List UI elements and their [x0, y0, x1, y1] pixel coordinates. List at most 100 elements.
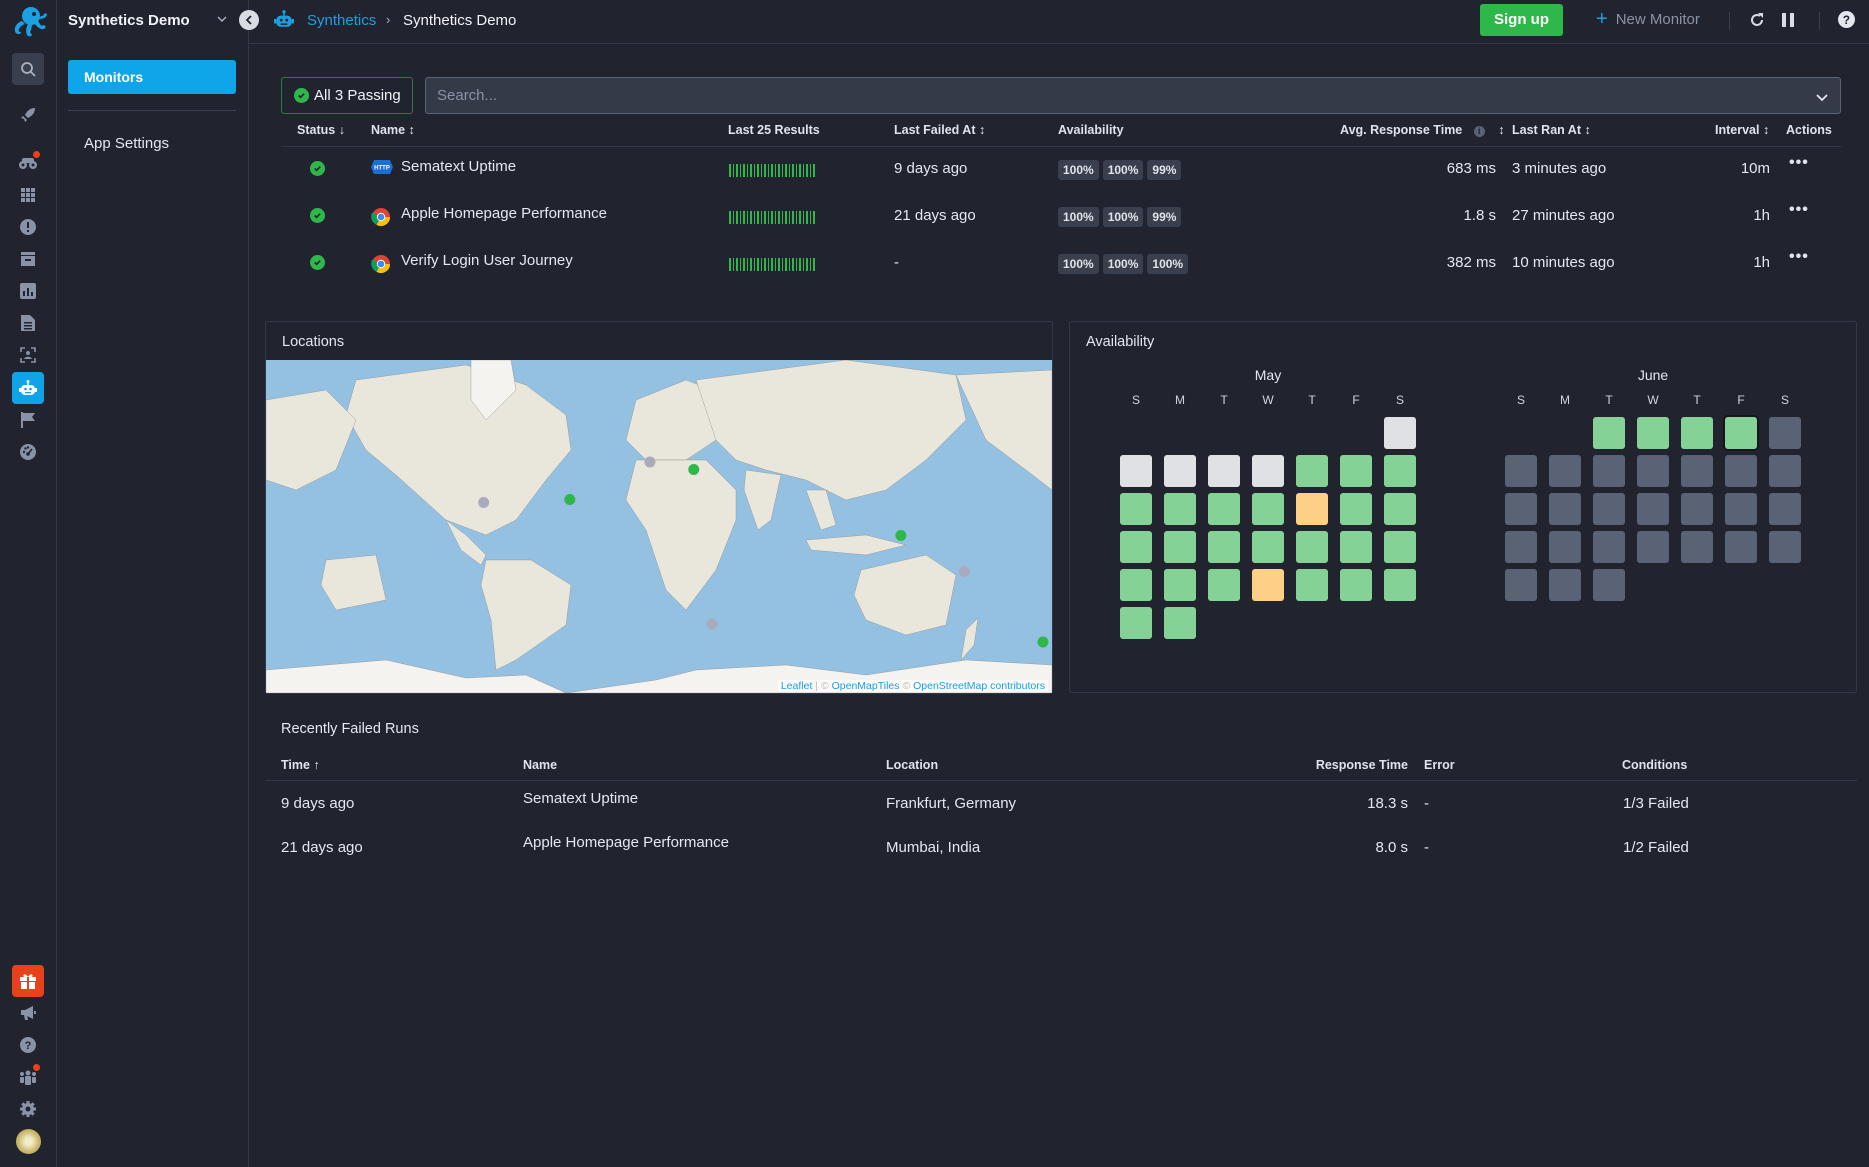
- passing-filter-button[interactable]: All 3 Passing: [281, 77, 413, 114]
- calendar-day-nodata[interactable]: [1208, 455, 1240, 487]
- settings-icon[interactable]: [12, 1093, 44, 1125]
- calendar-day-ok[interactable]: [1164, 531, 1196, 563]
- calendar-day-ok[interactable]: [1384, 455, 1416, 487]
- pause-icon[interactable]: [1782, 13, 1794, 32]
- calendar-day-ok[interactable]: [1637, 417, 1669, 449]
- calendar-day-ok[interactable]: [1120, 607, 1152, 639]
- monitor-name-link[interactable]: Apple Homepage Performance: [401, 205, 607, 222]
- calendar-day-nodata[interactable]: [1120, 455, 1152, 487]
- help-icon[interactable]: ?: [1838, 11, 1855, 33]
- monitor-name-link[interactable]: Verify Login User Journey: [401, 252, 573, 269]
- inbox-icon[interactable]: [12, 243, 44, 275]
- location-marker-mumbai[interactable]: [895, 530, 907, 541]
- more-actions-icon[interactable]: •••: [1789, 248, 1809, 266]
- monitor-name-link[interactable]: Sematext Uptime: [401, 158, 516, 175]
- calendar-day-ok[interactable]: [1725, 417, 1757, 449]
- experience-icon[interactable]: [12, 339, 44, 371]
- location-marker-us-east[interactable]: [564, 494, 576, 505]
- project-dropdown-chevron-icon[interactable]: [217, 14, 227, 27]
- dashboard-icon[interactable]: [12, 436, 44, 468]
- column-header-status[interactable]: Status ↓: [297, 123, 345, 137]
- location-marker-london[interactable]: [644, 456, 656, 468]
- chevron-down-icon[interactable]: [1816, 90, 1828, 108]
- project-name[interactable]: Synthetics Demo: [68, 12, 190, 29]
- search-box[interactable]: [425, 77, 1841, 114]
- column-header-last-ran-at[interactable]: Last Ran At ↕: [1512, 123, 1591, 137]
- calendar-day-ok[interactable]: [1252, 493, 1284, 525]
- calendar-day-ok[interactable]: [1252, 531, 1284, 563]
- signup-button[interactable]: Sign up: [1480, 4, 1563, 36]
- synthetics-robot-icon[interactable]: [12, 372, 44, 404]
- world-map[interactable]: Leaflet | © OpenMapTiles © OpenStreetMap…: [266, 360, 1052, 693]
- calendar-day-ok[interactable]: [1164, 607, 1196, 639]
- calendar-day-ok[interactable]: [1340, 531, 1372, 563]
- calendar-day-ok[interactable]: [1164, 569, 1196, 601]
- calendar-day-ok[interactable]: [1120, 531, 1152, 563]
- megaphone-icon[interactable]: [12, 997, 44, 1029]
- calendar-day-ok[interactable]: [1208, 493, 1240, 525]
- calendar-day-ok[interactable]: [1681, 417, 1713, 449]
- gift-icon[interactable]: [12, 965, 44, 997]
- calendar-day-warn[interactable]: [1296, 493, 1328, 525]
- flag-icon[interactable]: [12, 404, 44, 436]
- divider: [1729, 12, 1730, 30]
- calendar-day-warn[interactable]: [1252, 569, 1284, 601]
- location-marker-sao-paulo[interactable]: [706, 618, 718, 630]
- more-actions-icon[interactable]: •••: [1789, 154, 1809, 172]
- attribution-leaflet-link[interactable]: Leaflet: [781, 680, 813, 692]
- location-marker-singapore[interactable]: [958, 566, 970, 577]
- subnav-item-app-settings[interactable]: App Settings: [84, 135, 169, 152]
- new-monitor-button[interactable]: + New Monitor: [1596, 9, 1700, 29]
- subnav-item-monitors[interactable]: Monitors: [68, 60, 236, 94]
- calendar-day-ok[interactable]: [1340, 569, 1372, 601]
- failed-monitor-name-link[interactable]: Sematext Uptime: [523, 790, 638, 807]
- calendar-day-ok[interactable]: [1593, 417, 1625, 449]
- search-input[interactable]: [426, 78, 1796, 113]
- failed-monitor-name-link[interactable]: Apple Homepage Performance: [523, 834, 729, 851]
- column-header-interval[interactable]: Interval ↕: [1715, 123, 1769, 137]
- calendar-day-ok[interactable]: [1296, 569, 1328, 601]
- calendar-day-ok[interactable]: [1384, 569, 1416, 601]
- calendar-day-ok[interactable]: [1296, 531, 1328, 563]
- calendar-day-nodata[interactable]: [1384, 417, 1416, 449]
- rocket-icon[interactable]: [12, 99, 44, 131]
- team-icon[interactable]: [12, 1061, 44, 1093]
- calendar-day-ok[interactable]: [1340, 455, 1372, 487]
- column-header-avg-response-time[interactable]: Avg. Response Time i ↕: [1340, 123, 1504, 137]
- chart-icon[interactable]: [12, 275, 44, 307]
- calendar-day-ok[interactable]: [1208, 569, 1240, 601]
- subnav-divider: [68, 110, 236, 111]
- failed-col-time[interactable]: Time ↑: [281, 758, 320, 772]
- sematext-logo-icon[interactable]: [8, 5, 50, 39]
- location-marker-us-west[interactable]: [478, 497, 490, 508]
- calendar-day-ok[interactable]: [1384, 531, 1416, 563]
- calendar-day-nodata[interactable]: [1252, 455, 1284, 487]
- breadcrumb-synthetics[interactable]: Synthetics: [307, 12, 376, 29]
- calendar-day-ok[interactable]: [1384, 493, 1416, 525]
- search-icon[interactable]: [12, 53, 44, 85]
- calendar-day-ok[interactable]: [1340, 493, 1372, 525]
- locations-title: Locations: [282, 334, 345, 350]
- calendar-day-ok[interactable]: [1120, 493, 1152, 525]
- calendar-day-ok[interactable]: [1120, 569, 1152, 601]
- location-marker-sydney[interactable]: [1037, 636, 1049, 648]
- apps-grid-icon[interactable]: [12, 179, 44, 211]
- column-header-last-failed-at[interactable]: Last Failed At ↕: [894, 123, 985, 137]
- alert-icon[interactable]: [12, 211, 44, 243]
- failed-col-conditions: Conditions: [1622, 758, 1688, 772]
- calendar-day-ok[interactable]: [1208, 531, 1240, 563]
- attribution-osm-link[interactable]: OpenStreetMap contributors: [913, 680, 1045, 692]
- location-marker-frankfurt[interactable]: [688, 464, 700, 475]
- collapse-nav-button[interactable]: [239, 10, 259, 30]
- more-actions-icon[interactable]: •••: [1789, 201, 1809, 219]
- avatar[interactable]: [16, 1129, 41, 1154]
- document-icon[interactable]: [12, 307, 44, 339]
- calendar-day-ok[interactable]: [1296, 455, 1328, 487]
- calendar-day-ok[interactable]: [1164, 493, 1196, 525]
- refresh-icon[interactable]: [1749, 12, 1765, 33]
- calendar-day-nodata[interactable]: [1164, 455, 1196, 487]
- help-icon[interactable]: ?: [12, 1029, 44, 1061]
- binoculars-icon[interactable]: [12, 147, 44, 179]
- column-header-name[interactable]: Name ↕: [371, 123, 415, 137]
- attribution-openmaptiles-link[interactable]: OpenMapTiles: [832, 680, 900, 692]
